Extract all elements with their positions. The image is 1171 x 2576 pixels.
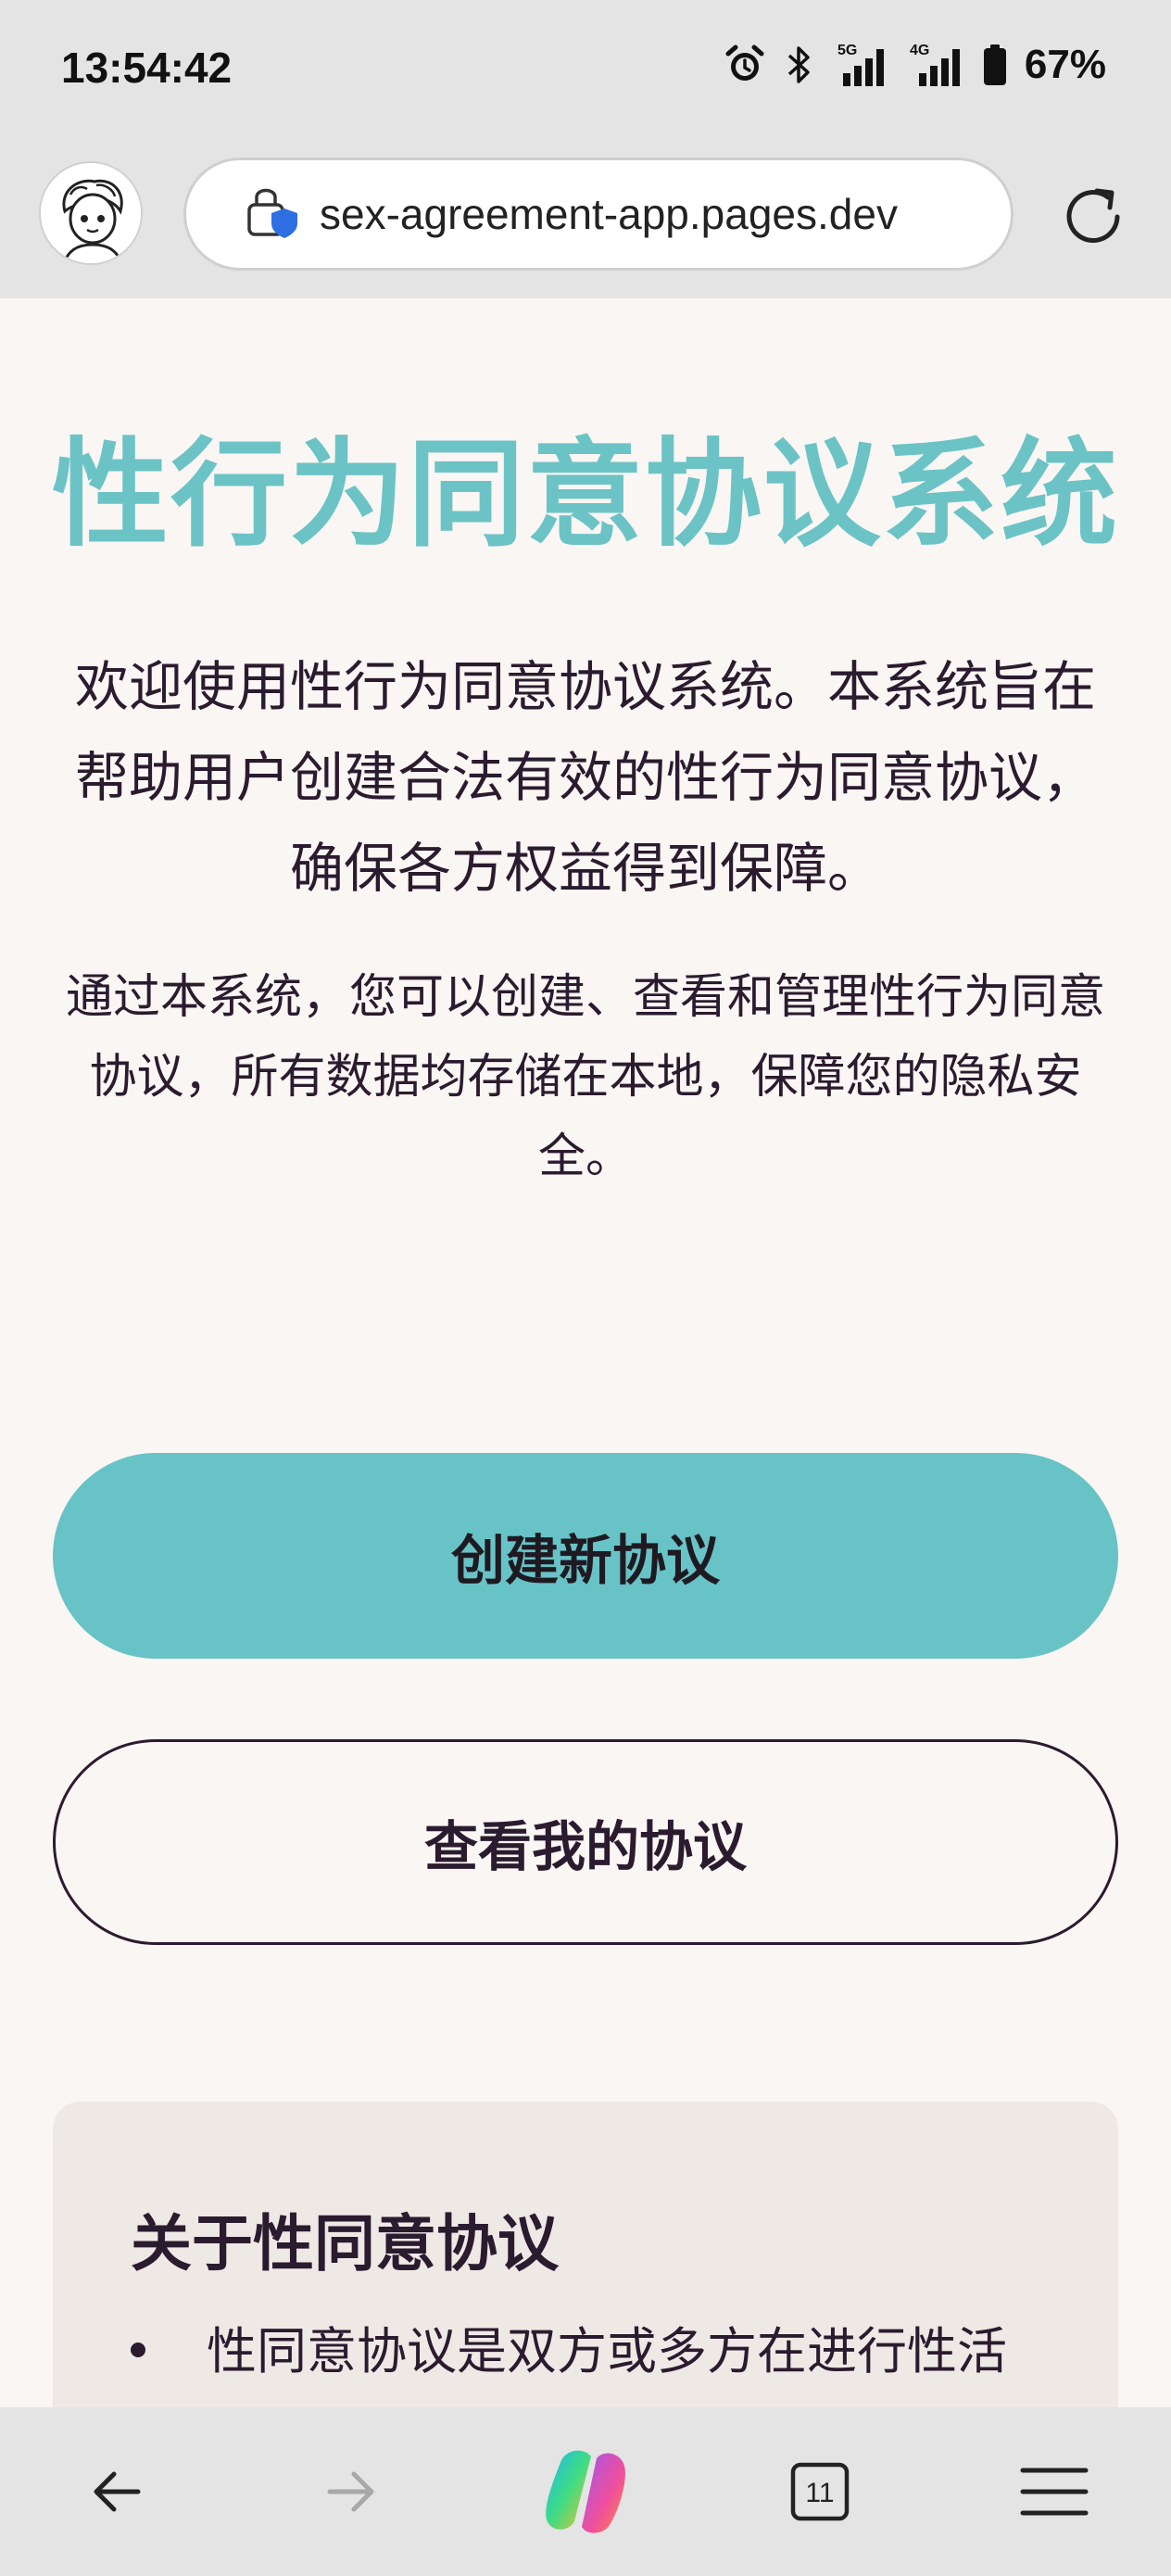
- reload-button[interactable]: [1056, 180, 1130, 254]
- list-item-text: 性同意协议是双方或多方在进行性活: [207, 2322, 1007, 2380]
- intro-paragraph: 欢迎使用性行为同意协议系统。本系统旨在帮助用户创建合法有效的性行为同意协议，确保…: [74, 655, 1096, 900]
- signal-5g-icon: 5G: [830, 42, 889, 88]
- browser-toolbar: sex-agreement-app.pages.dev: [0, 139, 1171, 298]
- battery-percentage: 67%: [1024, 42, 1106, 87]
- privacy-paragraph: 通过本系统，您可以创建、查看和管理性行为同意协议，所有数据均存储在本地，保障您的…: [65, 970, 1105, 1184]
- network-4g-label: 4G: [910, 43, 929, 58]
- back-arrow-icon: [94, 2471, 141, 2512]
- menu-button[interactable]: [989, 2427, 1119, 2557]
- battery-icon: [982, 43, 1008, 87]
- alarm-icon: [723, 43, 767, 87]
- status-time: 13:54:42: [61, 44, 233, 92]
- reload-icon: [1066, 188, 1120, 243]
- view-agreements-button[interactable]: 查看我的协议: [53, 1739, 1118, 1945]
- tab-count: 11: [805, 2478, 834, 2508]
- list-item: 性同意协议是双方或多方在进行性活: [131, 2315, 1085, 2389]
- forward-arrow-icon: [327, 2471, 374, 2512]
- tabs-button[interactable]: 11: [755, 2427, 885, 2557]
- about-list: 性同意协议是双方或多方在进行性活: [131, 2315, 1085, 2389]
- forward-button[interactable]: [286, 2427, 416, 2557]
- browser-bottom-nav: 11: [0, 2407, 1171, 2576]
- url-bar[interactable]: sex-agreement-app.pages.dev: [183, 158, 1014, 271]
- profile-avatar[interactable]: [39, 161, 143, 265]
- url-text[interactable]: sex-agreement-app.pages.dev: [320, 189, 898, 239]
- page-content: 性行为同意协议系统 欢迎使用性行为同意协议系统。本系统旨在帮助用户创建合法有效的…: [0, 298, 1171, 2407]
- bullet-icon: [131, 2342, 145, 2357]
- signal-4g-icon: 4G: [906, 42, 965, 88]
- copilot-button[interactable]: [521, 2427, 650, 2557]
- page-title: 性行为同意协议系统: [52, 426, 1119, 562]
- hamburger-menu-icon: [1020, 2468, 1089, 2516]
- status-icons: 5G 4G 67%: [723, 37, 1106, 93]
- status-bar: 13:54:42 5G 4G 67%: [0, 0, 1171, 139]
- site-security-icon[interactable]: [246, 184, 299, 244]
- network-5g-label: 5G: [837, 43, 857, 58]
- about-title: 关于性同意协议: [131, 2208, 559, 2279]
- copilot-icon: [546, 2450, 625, 2533]
- bluetooth-icon: [784, 43, 813, 87]
- tabs-icon: 11: [790, 2462, 850, 2521]
- back-button[interactable]: [52, 2427, 182, 2557]
- create-agreement-button[interactable]: 创建新协议: [53, 1453, 1118, 1659]
- about-card: 关于性同意协议 性同意协议是双方或多方在进行性活: [53, 2102, 1118, 2407]
